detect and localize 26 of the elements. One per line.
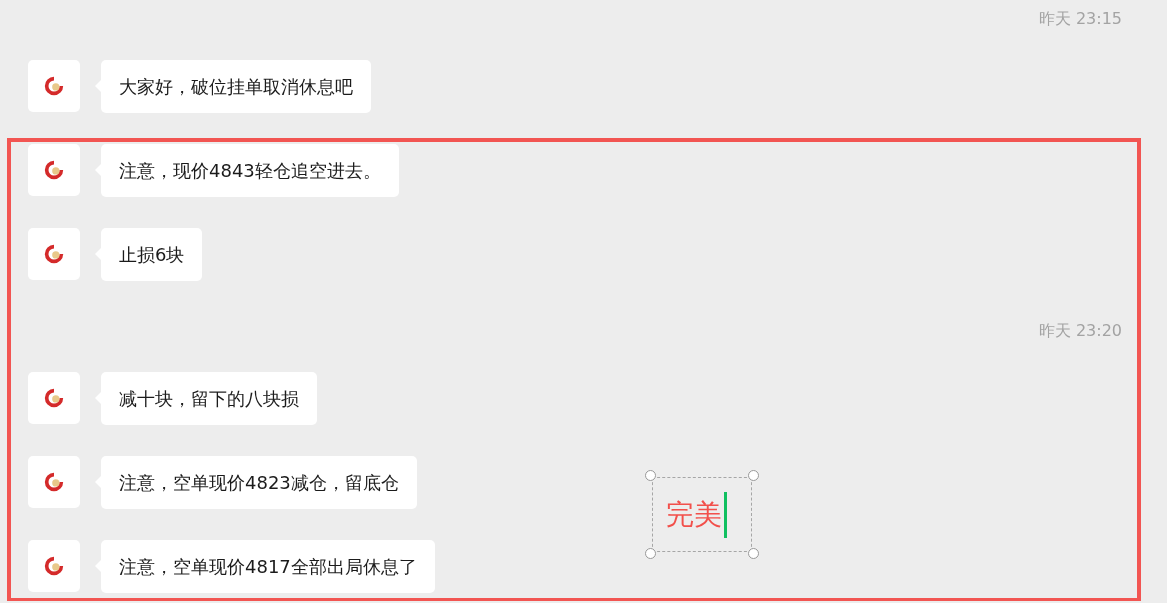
logo-icon <box>43 243 65 265</box>
timestamp: 昨天 23:15 <box>1038 9 1122 29</box>
logo-icon <box>43 555 65 577</box>
message-bubble: 大家好，破位挂单取消休息吧 <box>101 60 371 113</box>
logo-icon <box>43 471 65 493</box>
avatar[interactable] <box>28 60 80 112</box>
message-bubble: 注意，现价4843轻仓追空进去。 <box>101 144 399 197</box>
avatar[interactable] <box>28 144 80 196</box>
resize-handle[interactable] <box>645 548 656 559</box>
message-bubble: 注意，空单现价4817全部出局休息了 <box>101 540 435 593</box>
avatar[interactable] <box>28 228 80 280</box>
message-bubble: 减十块，留下的八块损 <box>101 372 317 425</box>
avatar[interactable] <box>28 372 80 424</box>
avatar[interactable] <box>28 456 80 508</box>
logo-icon <box>43 159 65 181</box>
timestamp: 昨天 23:20 <box>1038 321 1122 341</box>
message-bubble: 注意，空单现价4823减仓，留底仓 <box>101 456 417 509</box>
resize-handle[interactable] <box>645 470 656 481</box>
message-bubble: 止损6块 <box>101 228 203 281</box>
annotation-text: 完美 <box>665 496 722 533</box>
resize-handle[interactable] <box>748 470 759 481</box>
resize-handle[interactable] <box>748 548 759 559</box>
logo-icon <box>43 387 65 409</box>
avatar[interactable] <box>28 540 80 592</box>
text-cursor <box>723 491 727 538</box>
logo-icon <box>43 75 65 97</box>
